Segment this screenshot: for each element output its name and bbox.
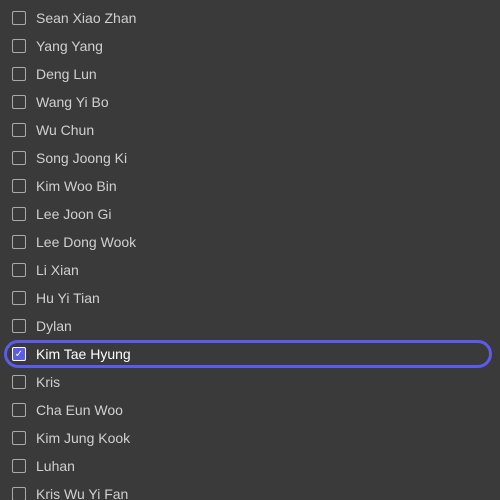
- list-item[interactable]: Cha Eun Woo: [0, 396, 500, 424]
- checkbox[interactable]: [12, 263, 26, 277]
- list-item[interactable]: Kim Jung Kook: [0, 424, 500, 452]
- item-label: Song Joong Ki: [36, 150, 127, 166]
- list-item[interactable]: Kris: [0, 368, 500, 396]
- list-item[interactable]: Kim Woo Bin: [0, 172, 500, 200]
- checkbox[interactable]: [12, 207, 26, 221]
- list-item[interactable]: Dylan: [0, 312, 500, 340]
- actor-list[interactable]: Sean Xiao Zhan Yang Yang Deng Lun Wang Yi B…: [0, 0, 500, 500]
- checkbox[interactable]: [12, 291, 26, 305]
- checkbox[interactable]: [12, 151, 26, 165]
- item-label: Kim Woo Bin: [36, 178, 117, 194]
- item-label: Wang Yi Bo: [36, 94, 109, 110]
- list-item[interactable]: Li Xian: [0, 256, 500, 284]
- checkbox[interactable]: [12, 39, 26, 53]
- item-label: Cha Eun Woo: [36, 402, 123, 418]
- list-item[interactable]: Song Joong Ki: [0, 144, 500, 172]
- item-label: Sean Xiao Zhan: [36, 10, 136, 26]
- item-label: Wu Chun: [36, 122, 94, 138]
- list-item[interactable]: Wu Chun: [0, 116, 500, 144]
- checkbox[interactable]: [12, 123, 26, 137]
- checkbox[interactable]: [12, 11, 26, 25]
- checkbox[interactable]: [12, 67, 26, 81]
- list-item[interactable]: Kris Wu Yi Fan: [0, 480, 500, 500]
- checkbox[interactable]: [12, 487, 26, 500]
- item-label: Kim Tae Hyung: [36, 346, 131, 362]
- list-item[interactable]: Yang Yang: [0, 32, 500, 60]
- item-label: Hu Yi Tian: [36, 290, 100, 306]
- checkbox[interactable]: [12, 319, 26, 333]
- list-item[interactable]: Hu Yi Tian: [0, 284, 500, 312]
- item-label: Kris Wu Yi Fan: [36, 486, 128, 500]
- checkbox[interactable]: [12, 95, 26, 109]
- checkbox[interactable]: [12, 431, 26, 445]
- item-label: Lee Joon Gi: [36, 206, 112, 222]
- item-label: Lee Dong Wook: [36, 234, 136, 250]
- item-label: Kim Jung Kook: [36, 430, 130, 446]
- item-label: Yang Yang: [36, 38, 103, 54]
- list-item[interactable]: Wang Yi Bo: [0, 88, 500, 116]
- list-item[interactable]: Luhan: [0, 452, 500, 480]
- list-item[interactable]: Kim Tae Hyung: [0, 340, 500, 368]
- list-item[interactable]: Deng Lun: [0, 60, 500, 88]
- list-item[interactable]: Lee Joon Gi: [0, 200, 500, 228]
- checkbox[interactable]: [12, 235, 26, 249]
- item-label: Luhan: [36, 458, 75, 474]
- item-label: Li Xian: [36, 262, 79, 278]
- checkbox[interactable]: [12, 459, 26, 473]
- list-item[interactable]: Sean Xiao Zhan: [0, 4, 500, 32]
- list-item[interactable]: Lee Dong Wook: [0, 228, 500, 256]
- checkbox[interactable]: [12, 347, 26, 361]
- checkbox[interactable]: [12, 375, 26, 389]
- item-label: Dylan: [36, 318, 72, 334]
- checkbox[interactable]: [12, 403, 26, 417]
- checkbox[interactable]: [12, 179, 26, 193]
- item-label: Kris: [36, 374, 60, 390]
- item-label: Deng Lun: [36, 66, 97, 82]
